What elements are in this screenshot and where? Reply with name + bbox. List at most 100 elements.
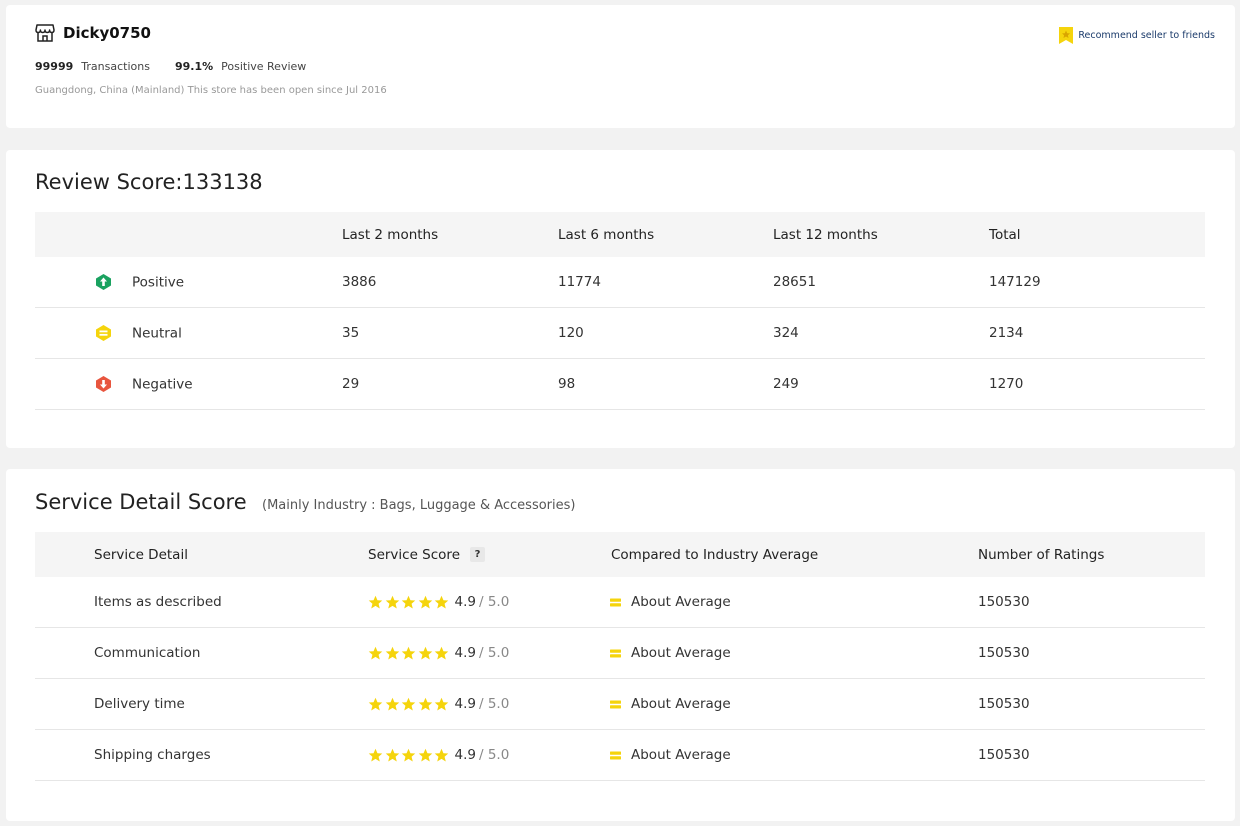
review-value: 1270 (989, 376, 1024, 392)
service-detail-label: Delivery time (94, 696, 185, 712)
compare-cell: About Average (610, 747, 731, 763)
compare-cell: About Average (610, 645, 731, 661)
star-icon (401, 748, 416, 761)
service-score-cell: 4.9 / 5.0 (368, 696, 509, 712)
number-of-ratings-value: 150530 (978, 645, 1030, 661)
recommend-seller-button[interactable]: Recommend seller to friends (1059, 27, 1215, 44)
service-score-value: 4.9 (454, 645, 476, 661)
compare-value: About Average (631, 696, 731, 712)
star-icon (385, 646, 399, 659)
star-icon (434, 595, 449, 608)
service-score-cell: 4.9 / 5.0 (368, 645, 509, 661)
number-of-ratings-value: 150530 (978, 696, 1030, 712)
positive-review-label: Positive Review (221, 60, 307, 73)
service-table: Service Detail Service Score ? Compared … (35, 532, 1205, 781)
help-icon[interactable]: ? (470, 547, 485, 562)
transactions-label: Transactions (81, 60, 150, 73)
star-icon (368, 697, 383, 710)
service-score-max: / 5.0 (478, 747, 510, 763)
review-label-neutral: Neutral (132, 325, 182, 341)
review-table: Last 2 months Last 6 months Last 12 mont… (35, 212, 1205, 410)
compare-cell: About Average (610, 594, 731, 610)
header-service-detail: Service Detail (94, 546, 188, 563)
star-icon (434, 748, 449, 761)
star-rating (368, 748, 451, 763)
header-last-2-months: Last 2 months (342, 226, 439, 243)
star-icon (401, 646, 416, 659)
recommend-label: Recommend seller to friends (1078, 30, 1215, 41)
star-icon (418, 748, 432, 761)
compare-cell: About Average (610, 696, 731, 712)
down-arrow-icon (96, 376, 111, 392)
review-row-label-cell: Positive (95, 274, 184, 291)
review-value: 249 (773, 376, 799, 392)
star-icon (368, 748, 383, 761)
compare-value: About Average (631, 594, 731, 610)
compare-value: About Average (631, 747, 731, 763)
service-detail-label: Communication (94, 645, 201, 661)
service-table-header: Service Detail Service Score ? Compared … (35, 532, 1205, 577)
review-row-neutral: Neutral 35 120 324 2134 (35, 308, 1205, 359)
number-of-ratings-value: 150530 (978, 594, 1030, 610)
service-row: Items as described 4.9 / 5.0 About Avera… (35, 577, 1205, 628)
star-rating (368, 646, 451, 661)
review-row-negative: Negative 29 98 249 1270 (35, 359, 1205, 410)
star-icon (418, 595, 432, 608)
store-name[interactable]: Dicky0750 (63, 24, 151, 42)
header-service-score-cell: Service Score ? (368, 547, 485, 563)
review-row-positive: Positive 3886 11774 28651 147129 (35, 257, 1205, 308)
review-value: 3886 (342, 274, 377, 290)
service-detail-label: Items as described (94, 594, 222, 610)
review-value: 35 (342, 325, 360, 341)
star-icon (418, 697, 432, 710)
review-row-label-cell: Neutral (95, 325, 182, 342)
star-icon (368, 595, 383, 608)
store-icon (35, 24, 55, 42)
service-score-value: 4.9 (454, 594, 476, 610)
review-value: 147129 (989, 274, 1041, 290)
service-score-cell: 4.9 / 5.0 (368, 594, 509, 610)
star-icon (401, 697, 416, 710)
review-score-card: Review Score:133138 Last 2 months Last 6… (6, 150, 1235, 448)
service-detail-title: Service Detail Score (35, 490, 247, 514)
service-row: Delivery time 4.9 / 5.0 About Average 15… (35, 679, 1205, 730)
store-stats: 99999 Transactions 99.1% Positive Review (35, 60, 306, 73)
review-value: 28651 (773, 274, 816, 290)
review-row-label-cell: Negative (95, 376, 193, 393)
review-value: 29 (342, 376, 360, 392)
service-detail-subtitle: (Mainly Industry : Bags, Luggage & Acces… (262, 498, 576, 513)
header-total: Total (989, 226, 1021, 243)
ribbon-icon (1059, 27, 1074, 44)
header-last-12-months: Last 12 months (773, 226, 878, 243)
service-rows: Items as described 4.9 / 5.0 About Avera… (35, 577, 1205, 781)
transactions-count: 99999 (35, 60, 74, 73)
positive-review-pct: 99.1% (174, 60, 214, 73)
service-score-value: 4.9 (454, 696, 476, 712)
review-value: 2134 (989, 325, 1024, 341)
service-row: Communication 4.9 / 5.0 About Average 15… (35, 628, 1205, 679)
service-score-max: / 5.0 (478, 594, 510, 610)
star-icon (385, 748, 399, 761)
star-icon (368, 646, 383, 659)
service-detail-label: Shipping charges (94, 747, 211, 763)
header-service-score: Service Score (368, 546, 460, 563)
service-score-cell: 4.9 / 5.0 (368, 747, 509, 763)
equal-icon (610, 751, 621, 759)
equal-icon (610, 598, 621, 606)
store-card: Dicky0750 99999 Transactions 99.1% Posit… (6, 5, 1235, 128)
star-rating (368, 595, 451, 610)
star-icon (434, 697, 449, 710)
review-label-positive: Positive (132, 274, 185, 290)
header-last-6-months: Last 6 months (558, 226, 655, 243)
review-value: 324 (773, 325, 799, 341)
star-icon (434, 646, 449, 659)
star-icon (418, 646, 432, 659)
service-detail-card: Service Detail Score (Mainly Industry : … (6, 469, 1235, 821)
service-score-max: / 5.0 (478, 696, 510, 712)
service-score-max: / 5.0 (478, 645, 510, 661)
number-of-ratings-value: 150530 (978, 747, 1030, 763)
star-icon (401, 595, 416, 608)
star-rating (368, 697, 451, 712)
store-title-row: Dicky0750 (35, 23, 151, 43)
equal-icon (96, 325, 111, 341)
